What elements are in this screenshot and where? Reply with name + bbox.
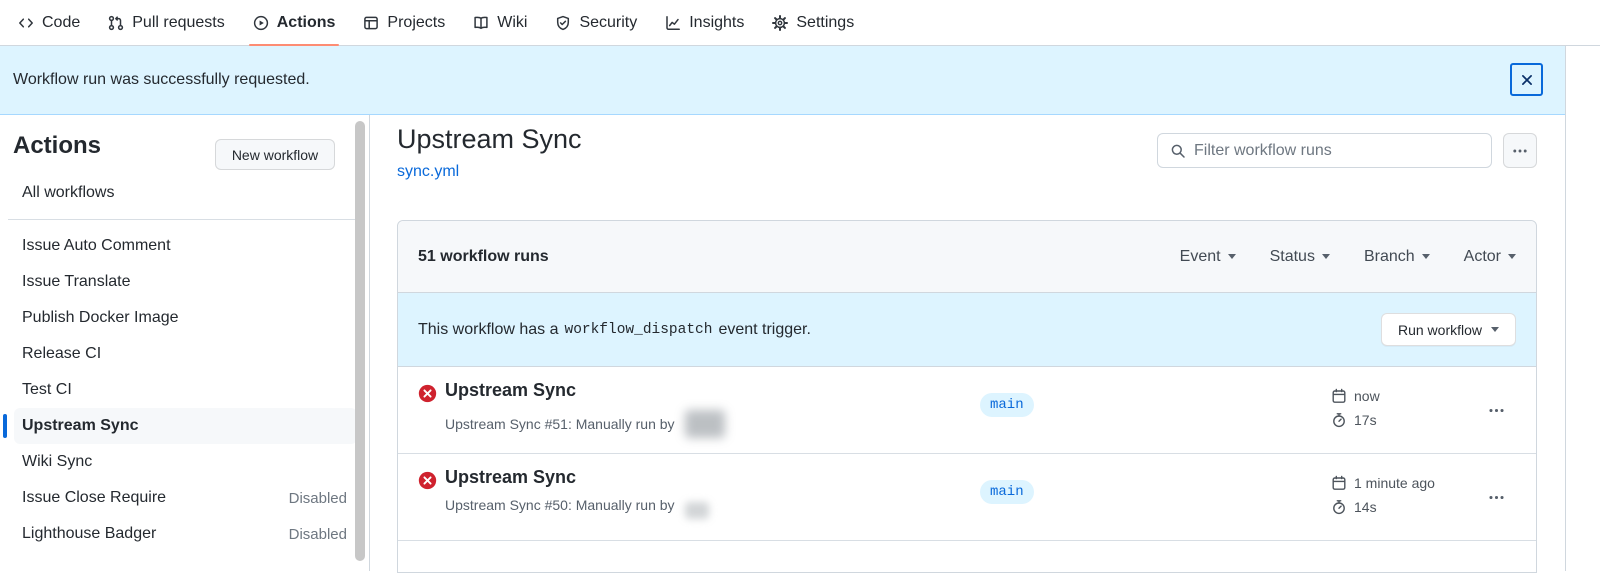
workflow-run-row: Upstream Sync Upstream Sync #51: Manuall… <box>398 367 1536 454</box>
calendar-icon <box>1331 388 1347 404</box>
sidebar-item-test-ci[interactable]: Test CI <box>14 372 357 408</box>
sidebar-item-issue-translate[interactable]: Issue Translate <box>14 264 357 300</box>
table-icon <box>363 15 379 31</box>
kebab-icon <box>1488 489 1505 506</box>
sidebar-divider <box>8 219 361 220</box>
run-title-link[interactable]: Upstream Sync <box>445 467 576 488</box>
shield-icon <box>555 15 571 31</box>
gear-icon <box>772 15 788 31</box>
chevron-down-icon <box>1322 254 1330 259</box>
workflow-run-row: Upstream Sync Upstream Sync #50: Manuall… <box>398 454 1536 541</box>
filter-workflow-runs-input[interactable] <box>1194 142 1479 160</box>
tab-settings[interactable]: Settings <box>762 0 864 45</box>
run-duration: 17s <box>1354 412 1377 428</box>
chevron-down-icon <box>1422 254 1430 259</box>
run-options-button[interactable] <box>1481 395 1511 425</box>
flash-message: Workflow run was successfully requested. <box>13 71 310 89</box>
sidebar-item-upstream-sync[interactable]: Upstream Sync <box>14 408 357 444</box>
actions-sidebar: Actions New workflow All workflows Issue… <box>0 115 370 571</box>
failure-x-circle-icon <box>418 471 437 490</box>
close-icon <box>1519 72 1535 88</box>
calendar-icon <box>1331 475 1347 491</box>
branch-badge[interactable]: main <box>980 393 1034 417</box>
tab-actions[interactable]: Actions <box>243 0 346 45</box>
kebab-icon <box>1488 402 1505 419</box>
tab-label: Projects <box>387 14 445 32</box>
failure-x-circle-icon <box>418 384 437 403</box>
run-workflow-button[interactable]: Run workflow <box>1381 313 1516 346</box>
tab-insights[interactable]: Insights <box>655 0 754 45</box>
chevron-down-icon <box>1491 327 1499 332</box>
flash-banner: Workflow run was successfully requested. <box>0 46 1565 115</box>
sidebar-scrollbar-thumb[interactable] <box>355 121 365 561</box>
workflow-file-link[interactable]: sync.yml <box>397 163 459 181</box>
branch-filter-dropdown[interactable]: Branch <box>1364 248 1430 266</box>
run-meta: now 17s <box>1331 385 1380 433</box>
workflow-dispatch-code: workflow_dispatch <box>565 322 713 338</box>
workflow-dispatch-notice: This workflow has a workflow_dispatch ev… <box>398 293 1536 367</box>
play-icon <box>253 15 269 31</box>
filter-workflow-runs-box <box>1157 133 1492 168</box>
repo-tab-nav: Code Pull requests Actions Projects Wiki… <box>0 0 1600 46</box>
run-time: 1 minute ago <box>1354 475 1435 491</box>
workflow-runs-card: 51 workflow runs Event Status Branch Act… <box>397 220 1537 573</box>
tab-projects[interactable]: Projects <box>353 0 455 45</box>
page-scrollbar-gutter <box>1565 46 1600 571</box>
sidebar-item-lighthouse-badger[interactable]: Lighthouse Badger Disabled <box>14 516 357 552</box>
new-workflow-button[interactable]: New workflow <box>215 139 335 170</box>
sidebar-item-all-workflows[interactable]: All workflows <box>14 175 357 211</box>
disabled-badge: Disabled <box>289 490 347 507</box>
page-title: Upstream Sync <box>397 124 582 155</box>
run-description: Upstream Sync #51: Manually run by <box>445 410 725 438</box>
runs-card-header: 51 workflow runs Event Status Branch Act… <box>398 221 1536 293</box>
run-time: now <box>1354 388 1380 404</box>
stopwatch-icon <box>1331 499 1347 515</box>
actor-filter-dropdown[interactable]: Actor <box>1464 248 1516 266</box>
tab-label: Insights <box>689 14 744 32</box>
tab-label: Pull requests <box>132 14 225 32</box>
status-filter-dropdown[interactable]: Status <box>1270 248 1330 266</box>
workflow-runs-count: 51 workflow runs <box>418 248 549 266</box>
branch-badge[interactable]: main <box>980 480 1034 504</box>
redacted-username <box>685 502 709 519</box>
stopwatch-icon <box>1331 412 1347 428</box>
tab-label: Code <box>42 14 80 32</box>
tab-pull-requests[interactable]: Pull requests <box>98 0 235 45</box>
tab-label: Actions <box>277 14 336 32</box>
tab-security[interactable]: Security <box>545 0 647 45</box>
run-description: Upstream Sync #50: Manually run by <box>445 497 709 519</box>
tab-code[interactable]: Code <box>8 0 90 45</box>
git-pull-request-icon <box>108 15 124 31</box>
sidebar-item-issue-close-require[interactable]: Issue Close Require Disabled <box>14 480 357 516</box>
sidebar-item-issue-auto-comment[interactable]: Issue Auto Comment <box>14 228 357 264</box>
book-icon <box>473 15 489 31</box>
tab-label: Wiki <box>497 14 527 32</box>
search-icon <box>1170 143 1186 159</box>
workflow-runs-main: Upstream Sync sync.yml 51 workflow runs … <box>370 115 1565 571</box>
sidebar-item-publish-docker-image[interactable]: Publish Docker Image <box>14 300 357 336</box>
code-icon <box>18 15 34 31</box>
sidebar-item-wiki-sync[interactable]: Wiki Sync <box>14 444 357 480</box>
run-duration: 14s <box>1354 499 1377 515</box>
disabled-badge: Disabled <box>289 526 347 543</box>
redacted-username <box>685 410 725 438</box>
sidebar-item-release-ci[interactable]: Release CI <box>14 336 357 372</box>
tab-label: Security <box>579 14 637 32</box>
run-options-button[interactable] <box>1481 482 1511 512</box>
workflow-more-options-button[interactable] <box>1503 133 1537 168</box>
chevron-down-icon <box>1228 254 1236 259</box>
tab-label: Settings <box>796 14 854 32</box>
run-title-link[interactable]: Upstream Sync <box>445 380 576 401</box>
graph-icon <box>665 15 681 31</box>
run-meta: 1 minute ago 14s <box>1331 472 1435 520</box>
event-filter-dropdown[interactable]: Event <box>1180 248 1236 266</box>
flash-close-button[interactable] <box>1510 63 1543 96</box>
kebab-icon <box>1512 143 1528 159</box>
chevron-down-icon <box>1508 254 1516 259</box>
tab-wiki[interactable]: Wiki <box>463 0 537 45</box>
